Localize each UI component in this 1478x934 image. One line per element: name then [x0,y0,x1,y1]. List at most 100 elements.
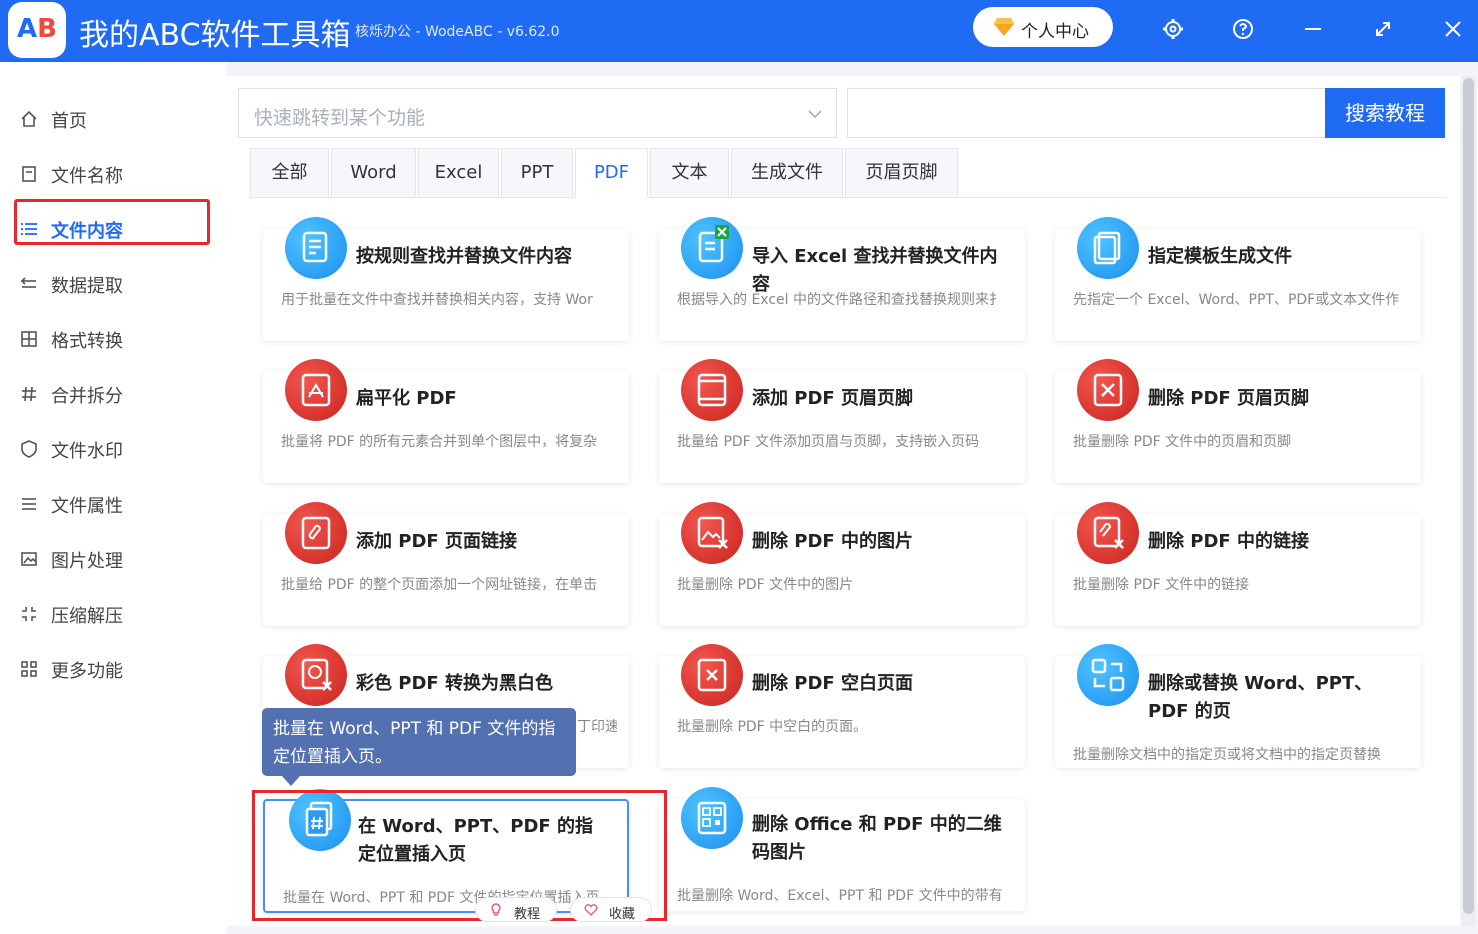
card-title: 删除 PDF 中的链接 [1148,531,1309,552]
feature-card[interactable]: 扁平化 PDF 批量将 PDF 的所有元素合并到单个图层中，将复杂 [263,359,629,483]
feature-card[interactable]: 添加 PDF 页眉页脚 批量给 PDF 文件添加页眉与页脚，支持嵌入页码 [659,359,1025,483]
tutorial-search-input[interactable] [847,88,1327,138]
heart-icon [584,904,598,916]
sidebar-item-file-name[interactable]: 文件名称 [0,148,226,198]
template-icon [1077,217,1139,279]
image-icon [21,552,37,566]
card-desc: 批量删除 PDF 文件中的链接 [1073,577,1250,593]
delete-blank-page-icon [681,644,743,706]
close-icon[interactable] [1438,14,1468,44]
sidebar-item-label: 文件名称 [51,166,123,187]
sidebar-item-image[interactable]: 图片处理 [0,533,226,583]
sidebar-item-label: 更多功能 [51,661,123,682]
feature-card[interactable]: 删除 PDF 页眉页脚 批量删除 PDF 文件中的页眉和页脚 [1055,359,1421,483]
card-desc: 批量删除文档中的指定页或将文档中的指定页替换 [1073,747,1381,763]
lines-icon [22,498,36,510]
add-header-footer-icon [681,359,743,421]
card-title: 添加 PDF 页面链接 [356,531,517,552]
pdf-flatten-icon [285,359,347,421]
sidebar-item-file-properties[interactable]: 文件属性 [0,478,226,528]
favorite-label: 收藏 [609,907,636,922]
find-replace-icon [285,217,347,279]
card-title: 按规则查找并替换文件内容 [356,246,572,267]
search-tutorial-button[interactable]: 搜索教程 [1325,88,1445,138]
card-desc: 批量给 PDF 的整个页面添加一个网址链接，在单击 [281,577,598,593]
maximize-icon[interactable] [1368,14,1398,44]
delete-header-footer-icon [1077,359,1139,421]
card-title: 删除 Office 和 PDF 中的二维码图片 [752,814,1002,863]
card-desc: 批量删除 PDF 中空白的页面。 [677,719,868,735]
quick-jump-placeholder: 快速跳转到某个功能 [254,107,426,129]
home-icon [21,110,37,127]
card-title: 扁平化 PDF [356,388,457,409]
sidebar-item-data-extract[interactable]: 数据提取 [0,258,226,308]
app-subtitle: 核烁办公 - WodeABC - v6.62.0 [355,24,560,40]
delete-link-icon [1077,502,1139,564]
excel-import-icon [681,217,743,279]
shield-icon [21,440,37,458]
highlight-box-sidebar [14,199,210,245]
sidebar-item-merge-split[interactable]: 合并拆分 [0,368,226,418]
sidebar-item-label: 首页 [51,111,87,132]
chevron-down-icon [808,110,822,119]
link-icon [285,502,347,564]
card-desc: 批量删除 PDF 文件中的页眉和页脚 [1073,434,1292,450]
card-title: 删除 PDF 中的图片 [752,531,913,552]
feature-card[interactable]: 删除 PDF 空白页面 批量删除 PDF 中空白的页面。 [659,644,1025,768]
quick-jump-select[interactable]: 快速跳转到某个功能 [238,88,837,138]
feature-card[interactable]: 删除或替换 Word、PPT、PDF 的页 批量删除文档中的指定页或将文档中的指… [1055,644,1421,768]
tab-text[interactable]: 文本 [650,148,729,198]
user-center-label: 个人中心 [1021,22,1089,42]
tab-generate-file[interactable]: 生成文件 [731,148,843,198]
sidebar-item-compress[interactable]: 压缩解压 [0,588,226,638]
scrollbar-thumb[interactable] [1463,78,1474,914]
tab-header-footer[interactable]: 页眉页脚 [845,148,958,198]
tab-pdf[interactable]: PDF [575,148,648,198]
card-desc: 用于批量在文件中查找并替换相关内容，支持 Wor [281,292,593,308]
card-desc: 批量删除 PDF 文件中的图片 [677,577,854,593]
help-icon[interactable] [1228,14,1258,44]
feature-card[interactable]: 指定模板生成文件 先指定一个 Excel、Word、PPT、PDF或文本文件作 [1055,217,1421,341]
tab-word[interactable]: Word [331,148,416,198]
color-to-bw-icon [285,644,347,706]
tab-all[interactable]: 全部 [250,148,329,198]
tab-excel[interactable]: Excel [418,148,499,198]
sidebar-item-format-convert[interactable]: 格式转换 [0,313,226,363]
card-title: 指定模板生成文件 [1148,246,1292,267]
sidebar-item-label: 压缩解压 [51,606,123,627]
card-title: 添加 PDF 页眉页脚 [752,388,913,409]
app-logo: AB [8,2,66,58]
favorite-button[interactable]: 收藏 [570,897,652,922]
minimize-icon[interactable] [1298,14,1328,44]
sidebar-item-more[interactable]: 更多功能 [0,643,226,693]
feature-card[interactable]: 添加 PDF 页面链接 批量给 PDF 的整个页面添加一个网址链接，在单击 [263,502,629,626]
card-title: 删除 PDF 页眉页脚 [1148,388,1309,409]
feature-card[interactable]: 导入 Excel 查找并替换文件内容 根据导入的 Excel 中的文件路径和查找… [659,217,1025,341]
sidebar-item-watermark[interactable]: 文件水印 [0,423,226,473]
sidebar-item-home[interactable]: 首页 [0,93,226,143]
feature-card[interactable]: 删除 PDF 中的图片 批量删除 PDF 文件中的图片 [659,502,1025,626]
grid-icon [21,331,37,347]
delete-image-icon [681,502,743,564]
user-center-button[interactable]: 个人中心 [973,7,1113,47]
card-desc: 批量将 PDF 的所有元素合并到单个图层中，将复杂 [281,434,598,450]
card-desc: 根据导入的 Excel 中的文件路径和查找替换规则来扌 [677,292,1003,308]
title-bar: AB 我的ABC软件工具箱 核烁办公 - WodeABC - v6.62.0 个… [0,0,1478,62]
card-title: 删除或替换 Word、PPT、PDF 的页 [1148,673,1373,722]
feature-card[interactable]: 按规则查找并替换文件内容 用于批量在文件中查找并替换相关内容，支持 Wor [263,217,629,341]
logo-text: AB [17,14,57,44]
card-desc: 先指定一个 Excel、Word、PPT、PDF或文本文件作 [1073,292,1400,308]
app-title: 我的ABC软件工具箱 [79,18,351,53]
tutorial-button[interactable]: 教程 [475,897,557,922]
card-tooltip: 批量在 Word、PPT 和 PDF 文件的指定位置插入页。 [262,708,576,776]
feature-card[interactable]: 删除 Office 和 PDF 中的二维码图片 批量删除 Word、Excel、… [659,787,1025,911]
tutorial-label: 教程 [514,907,541,922]
sidebar-item-label: 数据提取 [51,276,123,297]
card-desc: 丁印速 [577,719,617,735]
gear-icon[interactable] [1158,14,1188,44]
sidebar: 首页 文件名称 文件内容 数据提取 格式转换 合并拆分 文件水印 文件属性 图片… [0,62,226,934]
file-name-icon [22,166,36,182]
tab-ppt[interactable]: PPT [501,148,573,198]
replace-page-icon [1077,644,1139,706]
feature-card[interactable]: 删除 PDF 中的链接 批量删除 PDF 文件中的链接 [1055,502,1421,626]
